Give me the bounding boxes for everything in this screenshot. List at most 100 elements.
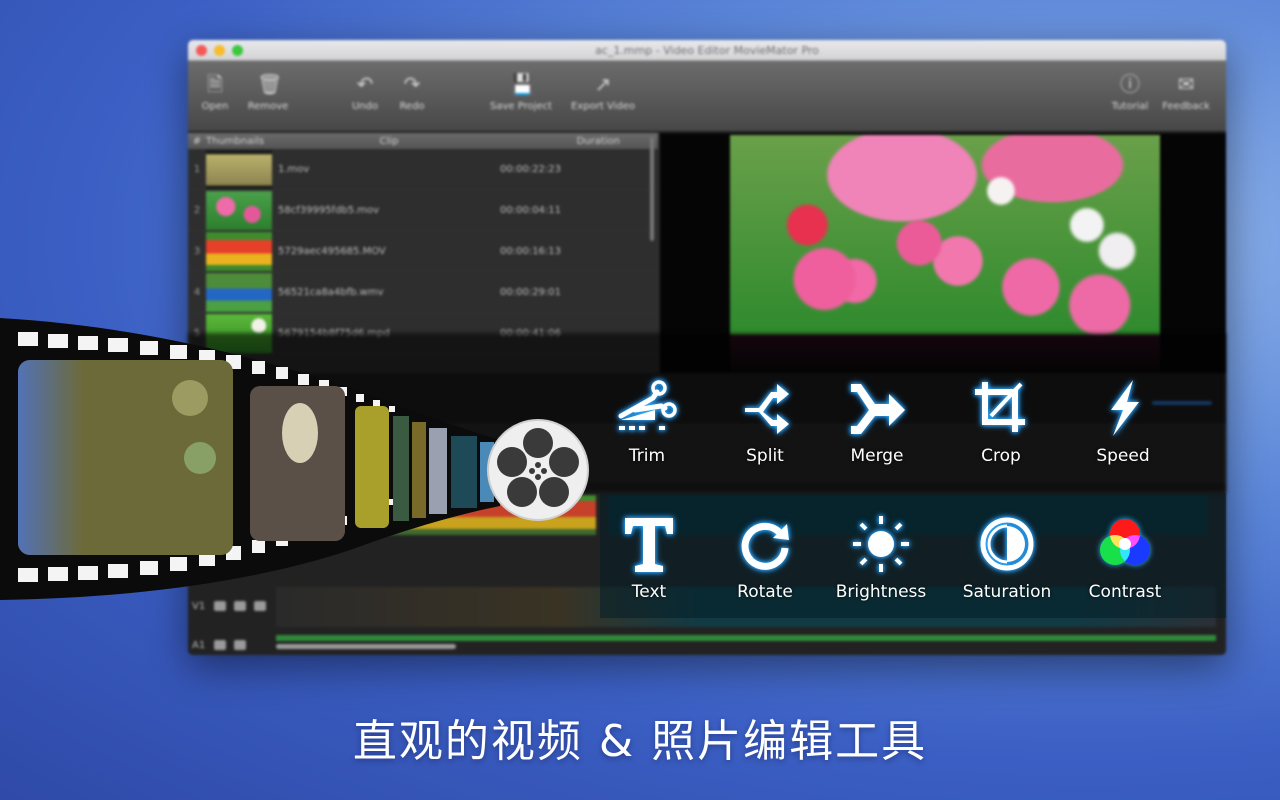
clip-thumbnail <box>206 272 272 312</box>
rotate-icon <box>741 522 789 570</box>
tool-label: Trim <box>628 446 666 466</box>
clip-row[interactable]: 1 1.mov 00:00:22:23 <box>188 149 658 190</box>
tool-split[interactable]: Split <box>710 376 820 466</box>
tool-label: Crop <box>981 446 1021 466</box>
redo-label: Redo <box>399 101 425 112</box>
export-icon: ↗ <box>594 72 612 96</box>
tool-trim[interactable]: Trim <box>592 376 702 466</box>
col-thumbnails[interactable]: Thumbnails <box>206 136 278 147</box>
row-number: 3 <box>193 245 201 257</box>
film-frame <box>451 436 477 508</box>
clip-duration: 00:00:16:13 <box>500 245 562 257</box>
row-number: 1 <box>193 163 201 175</box>
clip-duration: 00:00:29:01 <box>500 286 562 298</box>
open-file-icon: 🗎 <box>206 72 224 96</box>
film-frame-flower <box>355 406 389 528</box>
rgb-circles-icon <box>1100 519 1150 565</box>
scissors-trim-icon <box>618 380 677 430</box>
title-bar: ac_1.mmp - Video Editor MovieMator Pro <box>188 40 1226 61</box>
film-frame <box>393 416 409 521</box>
clip-list-header: # Thumbnails Clip Duration <box>188 133 658 149</box>
clip-duration: 00:00:22:23 <box>500 163 562 175</box>
tool-label: Merge <box>850 446 904 466</box>
tool-label: Saturation <box>962 582 1052 602</box>
promo-caption: 直观的视频 & 照片编辑工具 <box>352 716 928 767</box>
clip-row[interactable]: 4 56521ca8a4bfb.wmv 00:00:29:01 <box>188 272 658 313</box>
half-circle-icon <box>980 517 1034 571</box>
clip-name: 5729aec495685.MOV <box>278 245 386 257</box>
help-icon: ⓘ <box>1120 72 1140 96</box>
col-number[interactable]: # <box>188 136 206 147</box>
export-video-label: Export Video <box>571 101 635 112</box>
tool-label: Rotate <box>737 582 793 602</box>
tool-label: Contrast <box>1088 582 1162 602</box>
tool-brightness[interactable]: Brightness <box>826 512 936 602</box>
col-clip[interactable]: Clip <box>278 136 500 147</box>
track-mute-toggle[interactable] <box>254 601 266 611</box>
tool-text[interactable]: Text <box>594 512 704 602</box>
clip-duration: 00:00:04:11 <box>500 204 562 216</box>
film-reel-icon <box>487 419 589 521</box>
save-icon: 💾 <box>510 72 535 96</box>
open-button[interactable]: 🗎 Open <box>188 73 245 112</box>
track-lock-toggle[interactable] <box>234 601 246 611</box>
tool-label: Brightness <box>835 582 927 602</box>
sun-icon <box>853 516 909 572</box>
crop-icon <box>975 382 1025 432</box>
row-number: 4 <box>193 286 201 298</box>
text-t-icon <box>625 518 673 572</box>
tool-rotate[interactable]: Rotate <box>710 512 820 602</box>
col-duration[interactable]: Duration <box>500 136 650 147</box>
track-mute-toggle[interactable] <box>214 640 226 650</box>
track-lock-toggle[interactable] <box>234 640 246 650</box>
tool-label: Text <box>631 582 667 602</box>
clip-row[interactable]: 3 5729aec495685.MOV 00:00:16:13 <box>188 231 658 272</box>
track-label-a1: A1 <box>192 640 206 651</box>
redo-icon: ↷ <box>403 72 421 96</box>
clip-row[interactable]: 2 58cf39995fdb5.mov 00:00:04:11 <box>188 190 658 231</box>
clip-name: 58cf39995fdb5.mov <box>278 204 380 216</box>
tool-crop[interactable]: Crop <box>946 376 1056 466</box>
timeline-scrollbar[interactable] <box>276 644 456 649</box>
save-project-label: Save Project <box>490 101 552 112</box>
lightning-icon <box>1111 380 1139 436</box>
trash-icon: 🗑 <box>257 72 283 96</box>
remove-button[interactable]: 🗑 Remove <box>238 73 298 112</box>
redo-button[interactable]: ↷ Redo <box>382 73 442 112</box>
clip-name: 1.mov <box>278 163 310 175</box>
main-toolbar: 🗎 Open 🗑 Remove ↶ Undo ↷ Redo 💾 Save Pro… <box>188 61 1226 132</box>
track-visibility-toggle[interactable] <box>214 601 226 611</box>
export-video-button[interactable]: ↗ Export Video <box>566 73 640 112</box>
film-strip-graphic <box>0 318 589 600</box>
split-icon <box>745 384 789 434</box>
merge-icon <box>851 384 905 434</box>
clip-thumbnail <box>206 190 272 230</box>
tutorial-label: Tutorial <box>1111 101 1149 112</box>
film-frame <box>429 428 447 514</box>
save-project-button[interactable]: 💾 Save Project <box>486 73 556 112</box>
film-frame <box>412 422 426 518</box>
audio-waveform <box>276 635 1216 641</box>
tool-label: Split <box>746 446 784 466</box>
clip-name: 56521ca8a4bfb.wmv <box>278 286 384 298</box>
undo-label: Undo <box>351 101 379 112</box>
tool-saturation[interactable]: Saturation <box>952 512 1062 602</box>
mail-icon: ✉ <box>1177 72 1195 96</box>
clip-thumbnail <box>206 231 272 271</box>
feedback-label: Feedback <box>1162 101 1210 112</box>
clip-list-scrollbar[interactable] <box>650 137 654 241</box>
open-label: Open <box>201 101 229 112</box>
tool-merge[interactable]: Merge <box>822 376 932 466</box>
window-title: ac_1.mmp - Video Editor MovieMator Pro <box>595 44 819 57</box>
track-label-v1: V1 <box>192 601 206 612</box>
feature-tools-panel: Trim Split Merge Crop Speed Text Rotate … <box>600 368 1226 624</box>
tool-speed[interactable]: Speed <box>1068 376 1178 466</box>
undo-icon: ↶ <box>356 72 374 96</box>
feedback-button[interactable]: ✉ Feedback <box>1156 73 1216 112</box>
tool-contrast[interactable]: Contrast <box>1070 512 1180 602</box>
remove-label: Remove <box>247 101 289 112</box>
row-number: 2 <box>193 204 201 216</box>
preview-image <box>730 135 1160 335</box>
tutorial-button[interactable]: ⓘ Tutorial <box>1100 73 1160 112</box>
clip-thumbnail <box>206 149 272 189</box>
